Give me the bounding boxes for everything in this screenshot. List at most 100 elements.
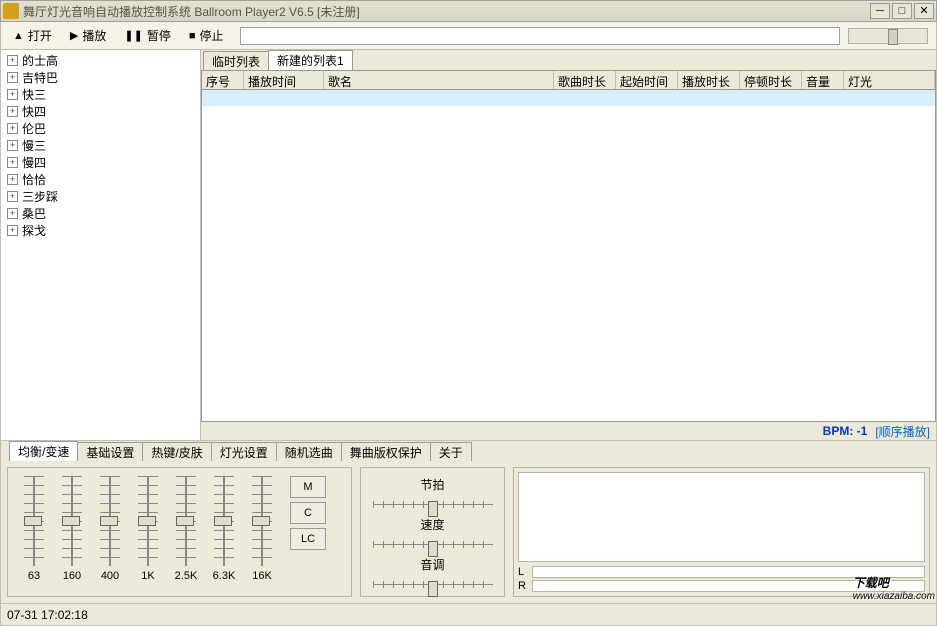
tree-item-label: 快四 (22, 103, 46, 120)
eject-icon: ▲ (13, 30, 24, 42)
settings-tab[interactable]: 舞曲版权保护 (341, 442, 431, 461)
expand-icon[interactable]: + (7, 157, 18, 168)
play-icon: ▶ (70, 29, 78, 42)
eq-slider[interactable] (214, 476, 234, 566)
beat-slider[interactable] (373, 501, 493, 508)
eq-band-label: 2.5K (175, 570, 198, 582)
expand-icon[interactable]: + (7, 72, 18, 83)
col-duration[interactable]: 歌曲时长 (554, 71, 616, 89)
tree-item-label: 桑巴 (22, 205, 46, 222)
tree-item-label: 快三 (22, 86, 46, 103)
tree-item[interactable]: + 慢四 (3, 154, 198, 171)
col-playtime[interactable]: 播放时间 (244, 71, 324, 89)
settings-tab[interactable]: 灯光设置 (211, 442, 277, 461)
stop-button[interactable]: ■停止 (181, 25, 232, 47)
eq-slider[interactable] (62, 476, 82, 566)
col-pauselen[interactable]: 停顿时长 (740, 71, 802, 89)
tree-item[interactable]: + 快四 (3, 103, 198, 120)
bpm-label: BPM: -1 (823, 424, 868, 438)
settings-tab[interactable]: 热键/皮肤 (142, 442, 211, 461)
tree-item-label: 吉特巴 (22, 69, 58, 86)
expand-icon[interactable]: + (7, 174, 18, 185)
equalizer-panel: 631604001K2.5K6.3K16K M C LC (7, 467, 352, 597)
volume-slider[interactable] (848, 28, 928, 44)
settings-tabs: 均衡/变速基础设置热键/皮肤灯光设置随机选曲舞曲版权保护关于 (1, 441, 936, 461)
eq-band-label: 16K (252, 570, 272, 582)
settings-tab[interactable]: 随机选曲 (276, 442, 342, 461)
progress-bar[interactable] (240, 27, 840, 45)
tree-item[interactable]: +恰恰 (3, 171, 198, 188)
close-button[interactable]: ✕ (914, 3, 934, 19)
status-bar: 07-31 17:02:18 (0, 604, 937, 626)
visualizer-box (518, 472, 925, 562)
eq-band-label: 6.3K (213, 570, 236, 582)
pause-button[interactable]: ❚❚暂停 (116, 25, 178, 47)
maximize-button[interactable]: □ (892, 3, 912, 19)
pitch-slider[interactable] (373, 581, 493, 588)
expand-icon[interactable]: + (7, 55, 18, 66)
eq-c-button[interactable]: C (290, 502, 326, 524)
visualizer-panel: L R (513, 467, 930, 597)
settings-tab[interactable]: 均衡/变速 (9, 441, 78, 461)
settings-tab[interactable]: 基础设置 (77, 442, 143, 461)
tree-item[interactable]: + 快三 (3, 86, 198, 103)
playlist-header: 序号 播放时间 歌名 歌曲时长 起始时间 播放时长 停顿时长 音量 灯光 (201, 70, 936, 90)
expand-icon[interactable]: + (7, 191, 18, 202)
open-button[interactable]: ▲打开 (5, 25, 60, 47)
eq-band-label: 1K (141, 570, 154, 582)
play-button[interactable]: ▶播放 (62, 25, 114, 47)
tree-item[interactable]: +慢三 (3, 137, 198, 154)
tab-temp-list[interactable]: 临时列表 (203, 51, 269, 70)
tree-item[interactable]: + 伦巴 (3, 120, 198, 137)
expand-icon[interactable]: + (7, 140, 18, 151)
toolbar: ▲打开 ▶播放 ❚❚暂停 ■停止 (0, 22, 937, 50)
expand-icon[interactable]: + (7, 123, 18, 134)
eq-m-button[interactable]: M (290, 476, 326, 498)
tempo-panel: 节拍 速度 音调 (360, 467, 505, 597)
datetime-label: 07-31 17:02:18 (7, 608, 88, 622)
expand-icon[interactable]: + (7, 89, 18, 100)
tree-item[interactable]: +探戈 (3, 222, 198, 239)
meter-r-label: R (518, 580, 528, 592)
beat-label: 节拍 (420, 476, 444, 493)
playlist-tabs: 临时列表 新建的列表1 (201, 50, 936, 70)
tree-item-label: 的士高 (22, 52, 58, 69)
eq-band-label: 160 (63, 570, 81, 582)
app-icon (3, 3, 19, 19)
eq-slider[interactable] (252, 476, 272, 566)
eq-slider[interactable] (100, 476, 120, 566)
col-index[interactable]: 序号 (202, 71, 244, 89)
expand-icon[interactable]: + (7, 208, 18, 219)
tree-item[interactable]: + 桑巴 (3, 205, 198, 222)
minimize-button[interactable]: ─ (870, 3, 890, 19)
tree-item[interactable]: + 吉特巴 (3, 69, 198, 86)
meter-l-bar (532, 566, 925, 578)
selected-row[interactable] (202, 90, 935, 106)
col-songname[interactable]: 歌名 (324, 71, 554, 89)
category-tree[interactable]: +的士高+吉特巴+快三+快四+伦巴+慢三+慢四+恰恰+三步踩+桑巴+探戈 (1, 50, 201, 440)
col-volume[interactable]: 音量 (802, 71, 844, 89)
playlist-body[interactable] (201, 90, 936, 422)
eq-slider[interactable] (176, 476, 196, 566)
eq-slider[interactable] (24, 476, 44, 566)
tree-item[interactable]: +三步踩 (3, 188, 198, 205)
stop-icon: ■ (189, 30, 196, 42)
play-mode-link[interactable]: [顺序播放] (875, 423, 930, 440)
tab-new-list-1[interactable]: 新建的列表1 (268, 50, 353, 70)
window-title: 舞厅灯光音响自动播放控制系统 Ballroom Player2 V6.5 [未注… (23, 3, 870, 20)
tree-item[interactable]: + 的士高 (3, 52, 198, 69)
col-starttime[interactable]: 起始时间 (616, 71, 678, 89)
expand-icon[interactable]: + (7, 225, 18, 236)
title-bar: 舞厅灯光音响自动播放控制系统 Ballroom Player2 V6.5 [未注… (0, 0, 937, 22)
eq-slider[interactable] (138, 476, 158, 566)
col-light[interactable]: 灯光 (844, 71, 935, 89)
tree-item-label: 伦巴 (22, 120, 46, 137)
col-playlen[interactable]: 播放时长 (678, 71, 740, 89)
tree-item-label: 慢四 (22, 154, 46, 171)
expand-icon[interactable]: + (7, 106, 18, 117)
settings-tab[interactable]: 关于 (430, 442, 472, 461)
speed-slider[interactable] (373, 541, 493, 548)
eq-lc-button[interactable]: LC (290, 528, 326, 550)
meter-l-label: L (518, 566, 528, 578)
meter-r-bar (532, 580, 925, 592)
